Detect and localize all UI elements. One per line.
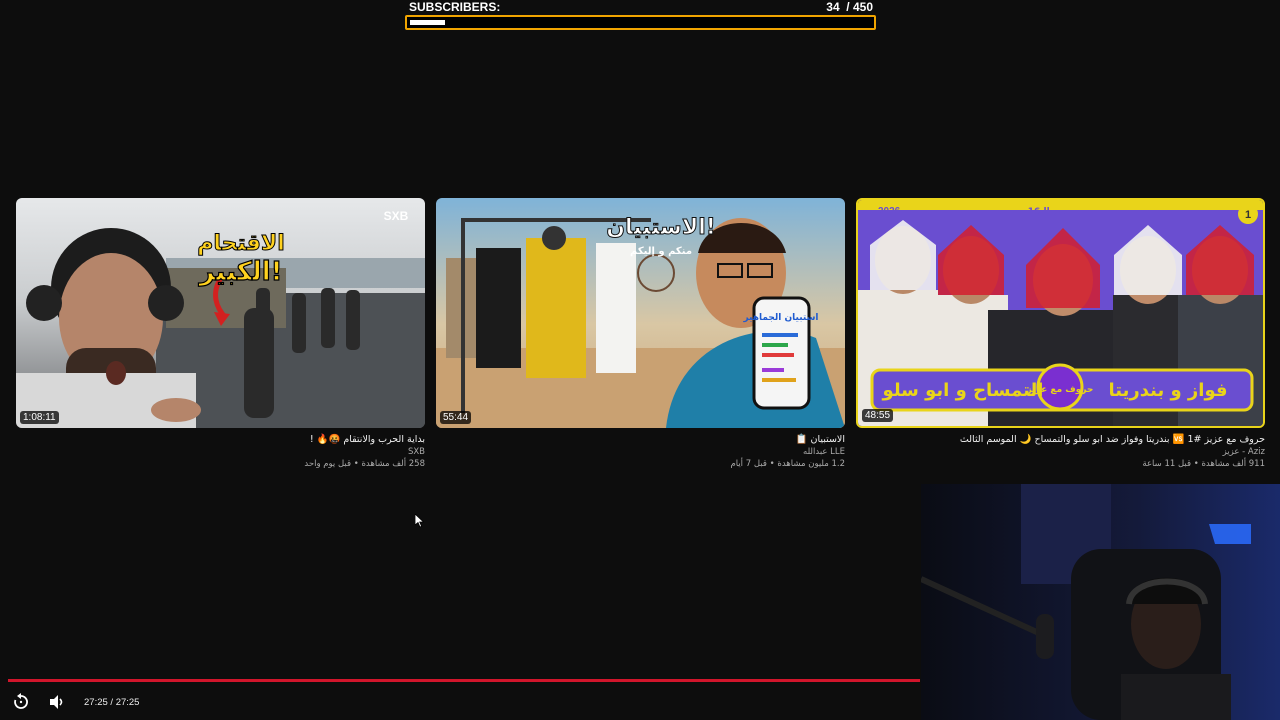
video-channel[interactable]: SXB: [16, 446, 425, 458]
svg-text:الاستبيان!: الاستبيان!: [606, 215, 716, 240]
video-title[interactable]: بداية الحرب والانتقام 🤬🔥 !: [16, 433, 425, 446]
video-title[interactable]: حروف مع عزيز #1 🆚 بندريتا وفواز ضد ابو س…: [856, 433, 1265, 446]
video-card[interactable]: استبيان الجماهير الاستبيان! منكم و إليكم…: [436, 198, 845, 470]
subscriber-goal: SUBSCRIBERS: 34 / 450: [405, 0, 876, 30]
thumbnail-image: استبيان الجماهير الاستبيان! منكم و إليكم: [436, 198, 845, 428]
webcam-overlay: [921, 484, 1280, 720]
video-duration: 55:44: [440, 411, 472, 424]
svg-text:الاقتحام: الاقتحام: [197, 231, 285, 256]
subscriber-target: / 450: [846, 0, 873, 14]
video-duration: 48:55: [862, 409, 894, 422]
video-stats: 911 ألف مشاهدة • قبل 11 ساعة: [1142, 459, 1265, 469]
subscriber-progress-bar: [405, 15, 876, 30]
subscriber-goal-label: SUBSCRIBERS:: [409, 0, 501, 14]
video-meta: بداية الحرب والانتقام 🤬🔥 ! SXB 258 ألف م…: [16, 433, 425, 470]
video-title[interactable]: الاستبيان 📋: [436, 433, 845, 446]
video-meta: حروف مع عزيز #1 🆚 بندريتا وفواز ضد ابو س…: [856, 433, 1265, 470]
webcam-feed-image: [921, 484, 1280, 720]
video-thumbnail[interactable]: الاقتحام الكبير! SXB 1:08:11: [16, 198, 425, 428]
video-thumbnail[interactable]: حروف مع عزيز فواز و بندريتا التمساح و اب…: [856, 198, 1265, 428]
video-stats: 1.2 مليون مشاهدة • قبل 7 أيام: [730, 459, 845, 469]
svg-text:2026: 2026: [878, 206, 901, 217]
thumbnail-image: حروف مع عزيز فواز و بندريتا التمساح و اب…: [858, 200, 1263, 426]
player-controls: 27:25 / 27:25: [0, 688, 920, 716]
svg-text:الكبير!: الكبير!: [197, 257, 282, 287]
svg-text:دور الـ16: دور الـ16: [1028, 207, 1069, 217]
video-card[interactable]: حروف مع عزيز فواز و بندريتا التمساح و اب…: [856, 198, 1265, 470]
svg-text:فواز و بندريتا: فواز و بندريتا: [1108, 380, 1227, 401]
svg-text:استبيان الجماهير: استبيان الجماهير: [742, 313, 818, 323]
video-progress-fill: [8, 679, 920, 682]
svg-text:منكم و إليكم: منكم و إليكم: [630, 246, 692, 257]
mouse-cursor-icon: [415, 514, 425, 528]
video-thumbnail[interactable]: استبيان الجماهير الاستبيان! منكم و إليكم…: [436, 198, 845, 428]
svg-text:1: 1: [1245, 209, 1251, 221]
video-duration: 1:08:11: [20, 411, 59, 424]
svg-text:التمساح و ابو سلو: التمساح و ابو سلو: [882, 380, 1044, 401]
time-display: 27:25 / 27:25: [84, 696, 140, 708]
video-channel[interactable]: LLE عبدالله: [436, 446, 845, 458]
svg-text:SXB: SXB: [384, 209, 409, 223]
replay-icon[interactable]: [8, 689, 34, 715]
video-meta: الاستبيان 📋 LLE عبدالله 1.2 مليون مشاهدة…: [436, 433, 845, 470]
volume-icon[interactable]: [44, 689, 70, 715]
subscriber-progress-fill: [410, 20, 445, 25]
video-progress-bar[interactable]: [8, 679, 920, 682]
video-card[interactable]: الاقتحام الكبير! SXB 1:08:11 بداية الحرب…: [16, 198, 425, 470]
subscriber-goal-header: SUBSCRIBERS: 34 / 450: [405, 0, 876, 14]
subscriber-current: 34: [826, 0, 840, 14]
thumbnail-image: الاقتحام الكبير! SXB: [16, 198, 425, 428]
subscriber-goal-count: 34 / 450: [826, 0, 873, 14]
video-stats: 258 ألف مشاهدة • قبل يوم واحد: [304, 459, 425, 469]
video-channel[interactable]: Aziz - عزيز: [856, 446, 1265, 458]
